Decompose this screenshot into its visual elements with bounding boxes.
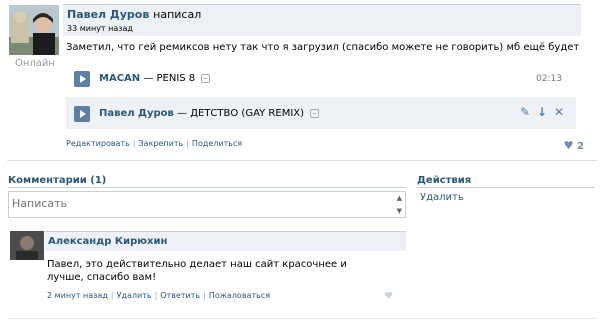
lyrics-icon[interactable] <box>310 108 320 118</box>
separator: | <box>203 291 206 300</box>
play-icon[interactable] <box>74 71 90 87</box>
post-time[interactable]: 33 минут назад <box>67 24 133 33</box>
lyrics-icon[interactable] <box>201 73 211 83</box>
divider <box>7 318 597 319</box>
separator: | <box>132 139 136 148</box>
comment-text: Павел, это действительно делает наш сайт… <box>47 259 347 283</box>
comment-meta: 2 минут назад | Удалить | Ответить | Пожаловат… <box>47 291 270 300</box>
online-status: Онлайн <box>15 58 55 69</box>
author-avatar[interactable] <box>9 5 59 55</box>
like-button[interactable]: ♥ 2 <box>564 139 584 152</box>
post-author-link[interactable]: Павел Дуров <box>67 8 149 21</box>
comments-title: Комментарии (1) <box>8 175 107 186</box>
separator: | <box>110 291 114 300</box>
divider <box>7 160 597 161</box>
separator: | <box>186 139 189 148</box>
delete-post-link[interactable]: Удалить <box>420 192 464 203</box>
post-author-line: Павел Дуров написал <box>67 8 201 21</box>
scroll-arrows[interactable]: ▲ ▼ <box>397 194 402 215</box>
wall-post: Онлайн Павел Дуров написал 33 минут наза… <box>0 0 604 160</box>
track-title: — ДЕТСТВО (GAY REMIX) <box>177 108 305 119</box>
scroll-down-icon[interactable]: ▼ <box>397 207 402 215</box>
post-actions: Редактировать | Закрепить | Поделиться <box>66 139 242 148</box>
actions-title: Действия <box>417 175 472 186</box>
post-text: Заметил, что гей ремиксов нету так что я… <box>66 42 580 53</box>
like-count: 2 <box>577 141 584 152</box>
comment-reply-link[interactable]: Ответить <box>160 291 200 300</box>
play-icon[interactable] <box>74 106 90 122</box>
share-link[interactable]: Поделиться <box>192 139 242 148</box>
comment-delete-link[interactable]: Удалить <box>117 291 152 300</box>
commenter-avatar[interactable] <box>10 231 44 260</box>
divider <box>417 187 595 188</box>
edit-link[interactable]: Редактировать <box>66 139 130 148</box>
post-header: Павел Дуров написал 33 минут назад <box>63 4 581 36</box>
divider <box>8 187 406 188</box>
comment-input[interactable] <box>9 192 389 215</box>
audio-track[interactable]: MACAN — PENIS 8 02:13 <box>66 64 576 94</box>
track-info: MACAN — PENIS 8 <box>99 73 211 84</box>
post-action: написал <box>153 8 202 21</box>
comment-header: Александр Кирюхин <box>45 231 406 251</box>
scroll-up-icon[interactable]: ▲ <box>397 194 402 202</box>
track-info: Павел Дуров — ДЕТСТВО (GAY REMIX) <box>99 108 320 119</box>
heart-icon[interactable]: ♥ <box>384 291 393 302</box>
track-artist[interactable]: Павел Дуров <box>99 108 174 119</box>
comment-time[interactable]: 2 минут назад <box>47 291 108 300</box>
comment-item: Александр Кирюхин Павел, это действитель… <box>8 231 406 306</box>
heart-icon: ♥ <box>563 139 574 152</box>
track-duration: 02:13 <box>536 74 562 84</box>
close-icon[interactable]: ✕ <box>554 106 566 118</box>
track-title: — PENIS 8 <box>143 73 196 84</box>
track-artist[interactable]: MACAN <box>99 73 140 84</box>
track-tools: ✎ ↓ ✕ <box>520 106 566 118</box>
download-arrow-icon[interactable]: ↓ <box>537 106 549 118</box>
edit-pencil-icon[interactable]: ✎ <box>520 106 532 118</box>
comment-report-link[interactable]: Пожаловаться <box>209 291 270 300</box>
separator: | <box>154 291 158 300</box>
comment-author[interactable]: Александр Кирюхин <box>48 236 167 247</box>
audio-track[interactable]: Павел Дуров — ДЕТСТВО (GAY REMIX) ✎ ↓ ✕ <box>66 97 576 129</box>
comment-field[interactable]: ▲ ▼ <box>8 191 406 218</box>
pin-link[interactable]: Закрепить <box>139 139 184 148</box>
